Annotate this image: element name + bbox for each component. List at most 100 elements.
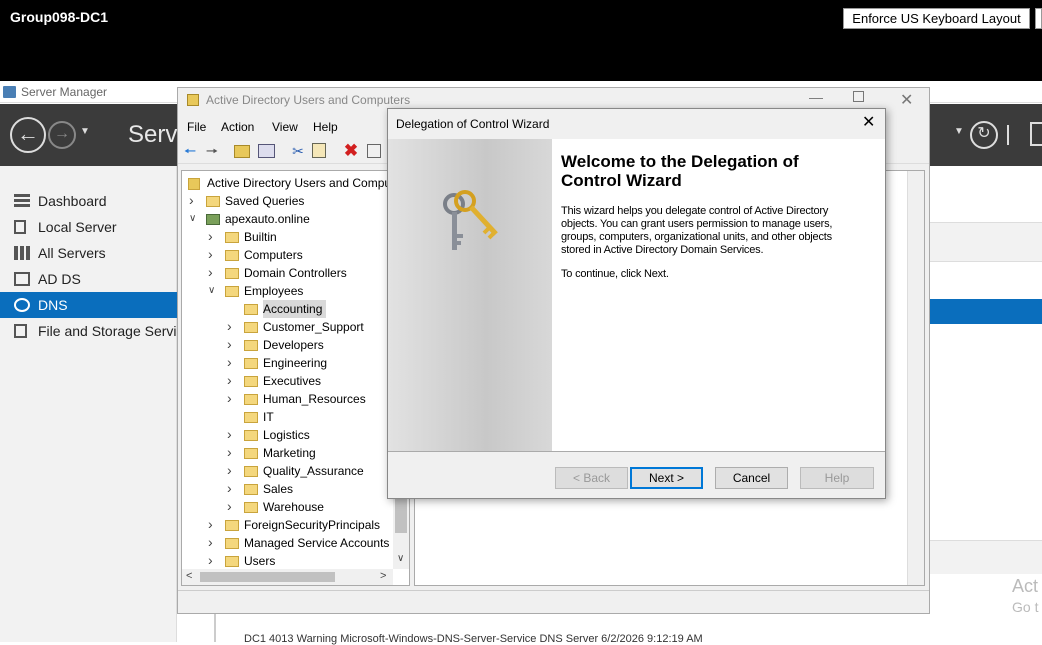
expand-chevron-icon[interactable]: › — [227, 335, 232, 353]
enforce-keyboard-button[interactable]: Enforce US Keyboard Layout — [843, 8, 1030, 29]
wizard-close-icon[interactable]: ✕ — [862, 112, 875, 132]
cancel-button[interactable]: Cancel — [715, 467, 788, 489]
tree-item-label: apexauto.online — [225, 212, 310, 226]
ou-folder-icon — [244, 448, 258, 459]
flag-icon[interactable] — [1030, 122, 1042, 146]
tree-item-label: ForeignSecurityPrincipals — [244, 518, 381, 532]
scroll-down-icon[interactable]: ∨ — [397, 553, 404, 564]
collapse-chevron-icon[interactable]: ∨ — [189, 210, 196, 228]
expand-chevron-icon[interactable]: › — [227, 497, 232, 515]
keys-icon — [440, 186, 510, 259]
show-tree-icon[interactable] — [258, 144, 275, 158]
tree-item-label: Builtin — [244, 230, 277, 244]
close-icon[interactable]: ✕ — [900, 90, 913, 110]
tree-item-label: Customer_Support — [263, 320, 364, 334]
sidebar-item-label: Local Server — [38, 219, 117, 235]
folder-icon — [225, 538, 239, 549]
tree-item-label: Human_Resources — [263, 392, 366, 406]
cut-icon[interactable]: ✂ — [289, 143, 307, 159]
host-name: Group098-DC1 — [10, 9, 109, 25]
forward-arrow-icon[interactable]: 🠖 — [203, 143, 221, 159]
back-icon[interactable]: ← — [10, 117, 46, 153]
expand-chevron-icon[interactable]: › — [208, 551, 213, 568]
expand-chevron-icon[interactable]: › — [227, 425, 232, 443]
aduc-title: Active Directory Users and Computers — [206, 93, 411, 107]
all-servers-icon — [14, 246, 30, 260]
ou-folder-icon — [244, 412, 258, 423]
folder-icon — [225, 520, 239, 531]
folder-icon — [188, 178, 200, 190]
activation-watermark: Act — [1012, 576, 1039, 596]
tree-item-label: Developers — [263, 338, 324, 352]
tree-item-label: Computers — [244, 248, 303, 262]
expand-chevron-icon[interactable]: › — [189, 191, 194, 209]
domain-icon — [206, 214, 220, 225]
sidebar-item-label: DNS — [38, 297, 68, 313]
dashboard-icon — [14, 194, 30, 208]
tree-hscroll-thumb[interactable] — [200, 572, 335, 582]
details-vertical-scrollbar[interactable] — [907, 171, 924, 585]
sidebar-item-dns[interactable]: DNS — [0, 292, 177, 318]
properties-icon[interactable] — [367, 144, 381, 158]
sidebar-item-file-storage[interactable]: File and Storage Servic — [0, 318, 177, 344]
sidebar-item-label: All Servers — [38, 245, 106, 261]
expand-chevron-icon[interactable]: › — [227, 389, 232, 407]
expand-chevron-icon[interactable]: › — [208, 515, 213, 533]
menu-file[interactable]: File — [187, 120, 206, 134]
expand-chevron-icon[interactable]: › — [227, 317, 232, 335]
forward-icon[interactable]: → — [48, 121, 76, 149]
menu-view[interactable]: View — [272, 120, 298, 134]
scroll-right-icon[interactable]: > — [380, 570, 386, 582]
tree-item-label: Employees — [244, 284, 304, 298]
expand-chevron-icon[interactable]: › — [227, 461, 232, 479]
collapse-chevron-icon[interactable]: ∨ — [208, 282, 215, 300]
tree-item-label: Logistics — [263, 428, 310, 442]
scroll-left-icon[interactable]: < — [186, 570, 192, 582]
activation-watermark-sub: Go t — [1012, 599, 1039, 615]
back-button[interactable]: < Back — [555, 467, 628, 489]
event-row[interactable]: DC1 4013 Warning Microsoft-Windows-DNS-S… — [244, 633, 703, 645]
extra-bar-button[interactable] — [1035, 8, 1042, 29]
menu-action[interactable]: Action — [221, 120, 254, 134]
wizard-separator — [388, 451, 885, 452]
ou-folder-icon — [244, 430, 258, 441]
expand-chevron-icon[interactable]: › — [227, 479, 232, 497]
wizard-heading: Welcome to the Delegation of Control Wiz… — [561, 152, 799, 190]
expand-chevron-icon[interactable]: › — [208, 263, 213, 281]
up-folder-icon[interactable] — [234, 145, 250, 158]
expand-chevron-icon[interactable]: › — [227, 371, 232, 389]
expand-chevron-icon[interactable]: › — [227, 353, 232, 371]
sidebar-item-dashboard[interactable]: Dashboard — [0, 188, 177, 214]
adds-icon — [14, 272, 30, 286]
wizard-continue-text: To continue, click Next. — [561, 268, 669, 280]
sidebar-item-all-servers[interactable]: All Servers — [0, 240, 177, 266]
back-arrow-icon[interactable]: 🠔 — [181, 143, 199, 159]
server-manager-title: Server Manager — [21, 85, 108, 99]
tree-item-label: Marketing — [263, 446, 316, 460]
paste-icon[interactable] — [312, 143, 326, 158]
expand-chevron-icon[interactable]: › — [208, 533, 213, 551]
storage-icon — [14, 324, 27, 338]
tree-vscroll-thumb[interactable] — [395, 499, 407, 533]
aduc-status-bar — [178, 590, 929, 612]
minimize-icon[interactable]: — — [809, 89, 823, 105]
history-dropdown-icon[interactable]: ▼ — [80, 126, 90, 137]
expand-chevron-icon[interactable]: › — [208, 245, 213, 263]
content-selected-bar — [928, 299, 1042, 324]
expand-chevron-icon[interactable]: › — [208, 227, 213, 245]
tree-item-label: Saved Queries — [225, 194, 305, 208]
sidebar-item-adds[interactable]: AD DS — [0, 266, 177, 292]
expand-chevron-icon[interactable]: › — [227, 443, 232, 461]
maximize-icon[interactable] — [853, 91, 864, 102]
ou-folder-icon — [244, 340, 258, 351]
refresh-dropdown-icon[interactable]: ▼ — [954, 126, 964, 137]
sidebar-item-local-server[interactable]: Local Server — [0, 214, 177, 240]
help-button[interactable]: Help — [800, 467, 874, 489]
menu-help[interactable]: Help — [313, 120, 338, 134]
folder-icon — [225, 250, 239, 261]
content-panel-header — [928, 222, 1042, 262]
refresh-icon[interactable]: ↻ — [970, 121, 998, 149]
delete-icon[interactable]: ✖ — [342, 142, 360, 159]
ou-folder-icon — [244, 358, 258, 369]
next-button[interactable]: Next > — [630, 467, 703, 489]
